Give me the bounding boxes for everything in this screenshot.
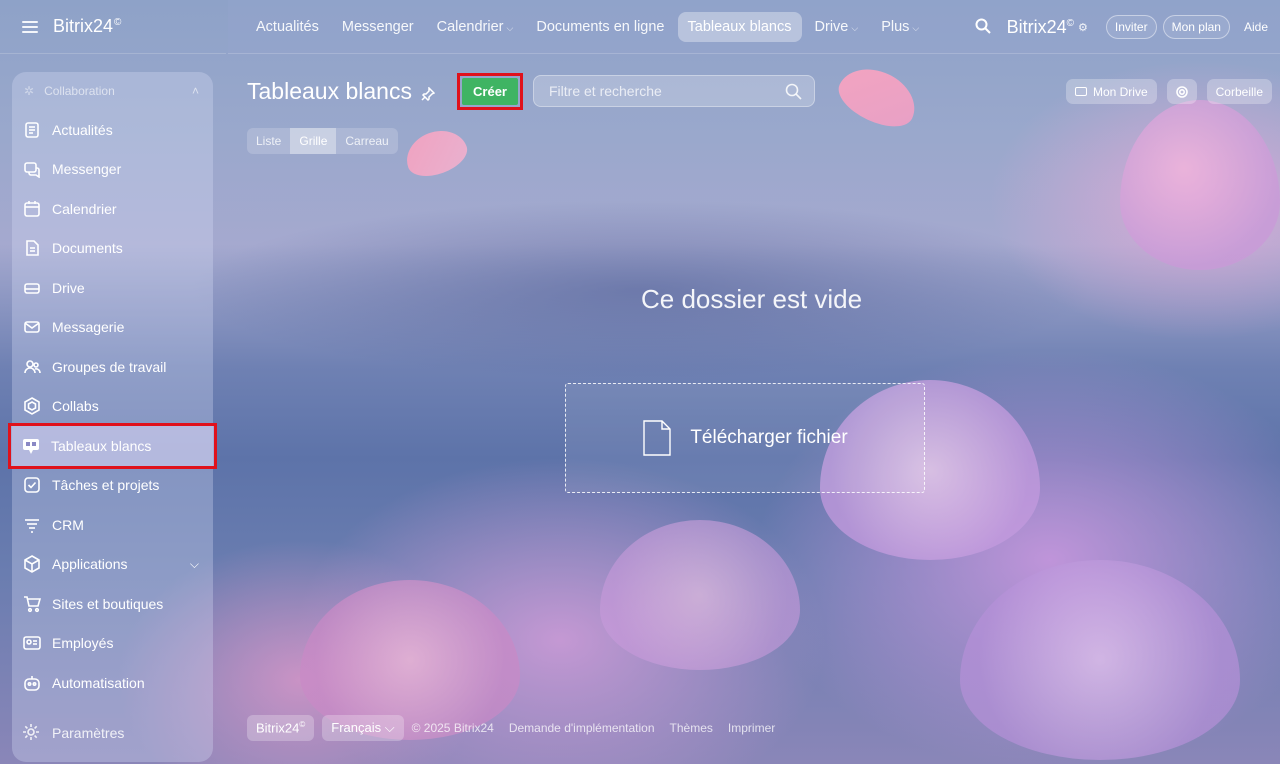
sidebar-item-groupes[interactable]: Groupes de travail	[12, 347, 213, 387]
upload-label: Télécharger fichier	[690, 427, 848, 448]
collabs-icon	[22, 396, 42, 416]
nav-item-actualites[interactable]: Actualités	[246, 12, 329, 42]
sidebar-item-drive[interactable]: Drive	[12, 268, 213, 308]
pin-icon[interactable]	[421, 86, 436, 102]
search-placeholder: Filtre et recherche	[549, 83, 662, 99]
nav-item-calendrier[interactable]: Calendrier ⌵	[427, 12, 524, 42]
sidebar-item-applications[interactable]: Applications ⌵	[12, 545, 213, 585]
nav-item-messenger[interactable]: Messenger	[332, 12, 424, 42]
sidebar-section-collaboration[interactable]: ✲ Collaboration ˄	[12, 72, 213, 110]
document-icon	[22, 238, 42, 258]
chevron-down-icon: ⌵	[851, 22, 859, 33]
trash-button[interactable]: Corbeille	[1206, 79, 1272, 104]
sidebar-item-calendrier[interactable]: Calendrier	[12, 189, 213, 229]
my-drive-button[interactable]: Mon Drive	[1065, 79, 1157, 104]
cube-icon	[22, 554, 42, 574]
footer-link-print[interactable]: Imprimer	[728, 721, 775, 735]
sidebar-item-messenger[interactable]: Messenger	[12, 150, 213, 190]
footer: Bitrix24© Français ⌵ © 2025 Bitrix24 Dem…	[247, 715, 790, 741]
help-button[interactable]: Aide	[1236, 16, 1276, 38]
sidebar-item-tableaux-blancs[interactable]: Tableaux blancs	[8, 423, 217, 469]
footer-link-implementation[interactable]: Demande d'implémentation	[509, 721, 655, 735]
language-select[interactable]: Français ⌵	[322, 715, 404, 741]
file-icon	[642, 419, 672, 457]
sidebar-item-crm[interactable]: CRM	[12, 505, 213, 545]
nav-item-tableaux-blancs[interactable]: Tableaux blancs	[677, 11, 802, 42]
view-switcher: Liste Grille Carreau	[247, 128, 398, 154]
drive-icon	[22, 278, 42, 298]
mail-icon	[22, 317, 42, 337]
sidebar-header: Bitrix24©	[0, 0, 226, 54]
tasks-icon	[22, 475, 42, 495]
chevron-up-icon[interactable]: ˄	[192, 84, 199, 98]
page-title: Tableaux blancs	[247, 78, 412, 104]
sidebar-item-collabs[interactable]: Collabs	[12, 387, 213, 427]
id-card-icon	[22, 633, 42, 653]
robot-icon	[22, 673, 42, 693]
view-tile[interactable]: Carreau	[336, 128, 397, 154]
calendar-icon	[22, 199, 42, 219]
brand-logo[interactable]: Bitrix24©	[1007, 17, 1074, 38]
group-icon	[22, 357, 42, 377]
chevron-down-icon[interactable]: ⌵	[190, 557, 199, 572]
menu-icon[interactable]	[22, 20, 38, 33]
create-button-highlight: Créer	[457, 73, 523, 110]
sidebar-item-taches[interactable]: Tâches et projets	[12, 466, 213, 506]
invite-button[interactable]: Inviter	[1105, 15, 1157, 39]
header-tools: Mon Drive Corbeille	[1056, 79, 1272, 104]
sidebar-item-parametres[interactable]: Paramètres	[12, 718, 124, 748]
nav-item-documents[interactable]: Documents en ligne	[526, 12, 674, 42]
my-plan-button[interactable]: Mon plan	[1162, 15, 1230, 39]
sidebar-item-sites[interactable]: Sites et boutiques	[12, 584, 213, 624]
chevron-down-icon: ⌵	[384, 720, 395, 735]
brand-settings-icon[interactable]: ⚙	[1078, 21, 1088, 34]
search-icon[interactable]	[975, 18, 993, 36]
app-logo[interactable]: Bitrix24©	[53, 16, 121, 37]
drive-icon	[1074, 87, 1087, 96]
sidebar: ✲ Collaboration ˄ Actualités Messenger Ca…	[8, 72, 217, 762]
sidebar-item-messagerie[interactable]: Messagerie	[12, 308, 213, 348]
chevron-down-icon: ⌵	[506, 22, 514, 33]
crm-icon	[22, 515, 42, 535]
footer-copyright: © 2025 Bitrix24	[411, 721, 494, 735]
empty-folder-message: Ce dossier est vide	[641, 284, 863, 314]
top-navigation: Actualités Messenger Calendrier ⌵ Documen…	[228, 0, 1280, 54]
gear-icon	[1175, 85, 1188, 98]
view-grid[interactable]: Grille	[290, 128, 337, 154]
nav-item-drive[interactable]: Drive ⌵	[805, 12, 869, 42]
sidebar-item-documents[interactable]: Documents	[12, 229, 213, 269]
search-input[interactable]: Filtre et recherche	[533, 75, 815, 107]
upload-file-dropzone[interactable]: Télécharger fichier	[565, 383, 925, 493]
news-icon	[22, 120, 42, 140]
create-button[interactable]: Créer	[462, 78, 518, 105]
footer-link-themes[interactable]: Thèmes	[670, 721, 713, 735]
gear-icon	[22, 723, 42, 743]
sidebar-item-employes[interactable]: Employés	[12, 624, 213, 664]
collaboration-icon: ✲	[24, 84, 35, 98]
whiteboard-icon	[21, 436, 41, 456]
chat-icon	[22, 159, 42, 179]
nav-item-plus[interactable]: Plus ⌵	[871, 12, 929, 42]
settings-button[interactable]	[1166, 79, 1197, 104]
sidebar-item-actualites[interactable]: Actualités	[12, 110, 213, 150]
search-icon[interactable]	[785, 83, 802, 100]
chevron-down-icon: ⌵	[912, 22, 920, 33]
sidebar-item-automatisation[interactable]: Automatisation	[12, 663, 213, 703]
view-list[interactable]: Liste	[247, 128, 290, 154]
cart-icon	[22, 594, 42, 614]
footer-brand[interactable]: Bitrix24©	[247, 715, 315, 741]
